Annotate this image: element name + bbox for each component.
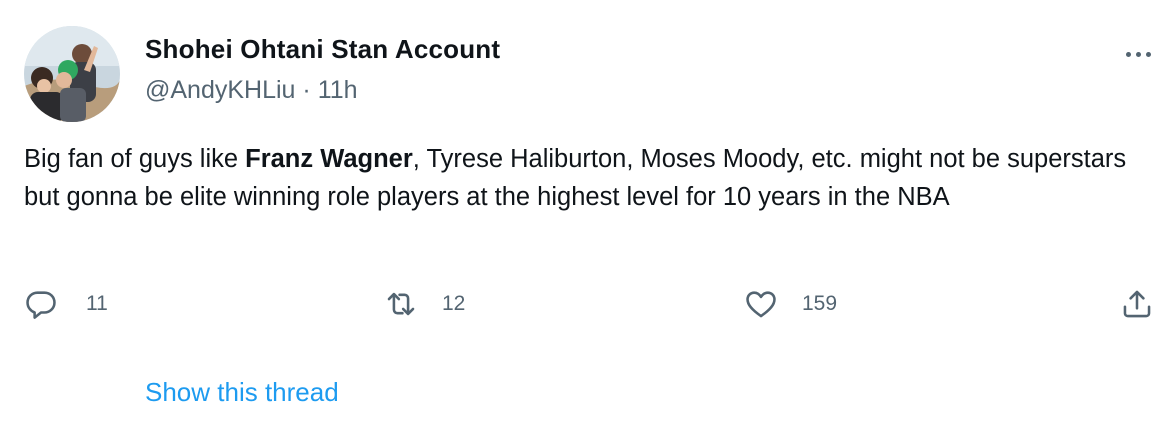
more-horizontal-icon-dot	[1135, 51, 1141, 57]
reply-icon	[26, 291, 56, 319]
tweet-meta: @AndyKHLiu · 11h	[145, 76, 358, 105]
more-horizontal-icon-dot	[1145, 51, 1151, 57]
timestamp[interactable]: 11h	[318, 76, 358, 104]
tweet-card[interactable]: Shohei Ohtani Stan Account @AndyKHLiu · …	[0, 0, 1176, 430]
more-options-button[interactable]	[1118, 44, 1158, 64]
retweet-count: 12	[442, 292, 466, 315]
display-name[interactable]: Shohei Ohtani Stan Account	[145, 34, 500, 65]
share-button[interactable]	[1120, 282, 1154, 326]
heart-icon	[746, 291, 776, 318]
tweet-text: Big fan of guys like Franz Wagner, Tyres…	[24, 140, 1154, 216]
reply-count: 11	[86, 292, 108, 315]
handle[interactable]: @AndyKHLiu	[145, 76, 295, 104]
show-thread-link[interactable]: Show this thread	[145, 377, 339, 408]
retweet-button[interactable]: 12	[384, 282, 465, 326]
share-icon	[1123, 290, 1151, 318]
like-button[interactable]: 159	[744, 282, 837, 326]
tweet-text-bold: Franz Wagner	[245, 145, 413, 173]
meta-separator: ·	[302, 76, 311, 104]
action-bar: 11 12 159	[0, 282, 1176, 326]
like-count: 159	[802, 292, 838, 315]
retweet-icon	[387, 292, 415, 316]
more-horizontal-icon	[1125, 51, 1131, 57]
tweet-text-before: Big fan of guys like	[24, 145, 246, 173]
avatar[interactable]	[24, 26, 120, 122]
reply-button[interactable]: 11	[24, 282, 108, 326]
